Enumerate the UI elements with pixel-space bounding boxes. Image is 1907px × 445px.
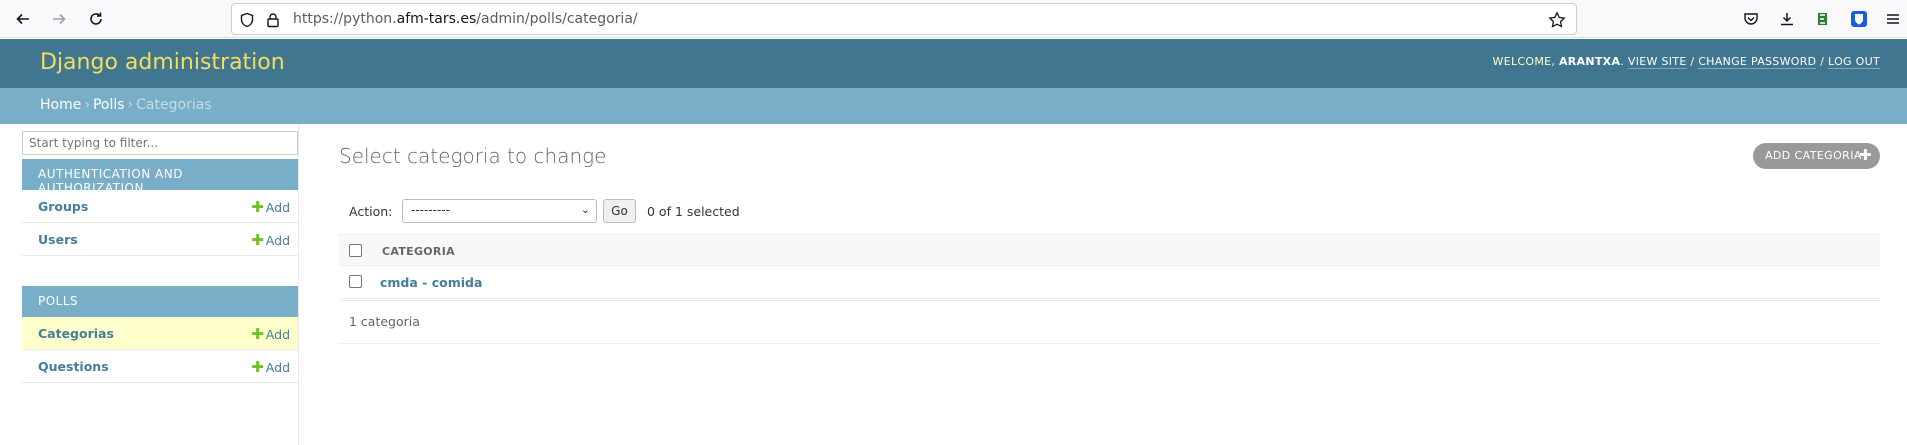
add-groups-link[interactable]: ✚ Add: [251, 198, 290, 216]
result-list-table: Categoria cmda - comida: [339, 234, 1880, 299]
page-title: Select categoria to change: [339, 144, 607, 168]
action-select[interactable]: --------- ⌄: [402, 199, 597, 223]
add-label: Add: [265, 200, 290, 215]
url-bar[interactable]: https://python.afm-tars.es/admin/polls/c…: [231, 3, 1577, 35]
go-button[interactable]: Go: [603, 199, 636, 223]
url-prefix: https://python.: [293, 11, 397, 27]
sidebar-item-users: Users ✚ Add: [22, 223, 298, 256]
module-caption[interactable]: Authentication and Authorization: [22, 159, 298, 195]
back-icon[interactable]: [10, 6, 36, 32]
module-auth: Authentication and Authorization Groups …: [22, 159, 298, 256]
sidebar-item-categorias: Categorias ✚ Add: [22, 317, 298, 350]
admin-header: Django administration Welcome, Arantxa. …: [0, 39, 1907, 88]
sidebar-filter-input[interactable]: [22, 131, 298, 155]
downloads-icon[interactable]: [1774, 6, 1800, 32]
plus-icon: ✚: [251, 325, 264, 343]
select-all-checkbox[interactable]: [349, 244, 362, 257]
module-polls: Polls Categorias ✚ Add Questions ✚ Add: [22, 286, 298, 383]
table-row: cmda - comida: [339, 266, 1880, 299]
plus-icon: ✚: [251, 358, 264, 376]
chevron-down-icon: ⌄: [580, 203, 590, 216]
log-out-link[interactable]: Log out: [1828, 55, 1880, 69]
add-label: Add: [265, 360, 290, 375]
model-link-categorias[interactable]: Categorias: [38, 326, 114, 341]
add-categorias-link[interactable]: ✚ Add: [251, 325, 290, 343]
sidebar-item-questions: Questions ✚ Add: [22, 350, 298, 383]
paginator: 1 categoria: [339, 300, 1880, 344]
plus-icon: ✚: [251, 198, 264, 216]
sidebar-item-groups: Groups ✚ Add: [22, 190, 298, 223]
reload-icon[interactable]: [83, 6, 109, 32]
extension-e-icon[interactable]: [1810, 6, 1836, 32]
row-link[interactable]: cmda - comida: [380, 275, 482, 290]
breadcrumb-polls[interactable]: Polls: [93, 97, 125, 113]
model-link-questions[interactable]: Questions: [38, 359, 109, 374]
actions-bar: Action: --------- ⌄ Go 0 of 1 selected: [339, 199, 1879, 224]
plus-icon: ✚: [1859, 146, 1872, 164]
site-branding[interactable]: Django administration: [40, 50, 285, 75]
model-link-groups[interactable]: Groups: [38, 199, 88, 214]
welcome-text: Welcome,: [1492, 55, 1556, 68]
table-header: Categoria: [339, 234, 1880, 266]
lock-icon[interactable]: [264, 11, 282, 29]
pocket-icon[interactable]: [1738, 6, 1764, 32]
username: Arantxa: [1558, 55, 1621, 68]
model-link-users[interactable]: Users: [38, 232, 78, 247]
browser-toolbar: https://python.afm-tars.es/admin/polls/c…: [0, 0, 1907, 38]
module-caption[interactable]: Polls: [22, 286, 298, 317]
url-text[interactable]: https://python.afm-tars.es/admin/polls/c…: [293, 4, 638, 34]
plus-icon: ✚: [251, 231, 264, 249]
action-label: Action:: [349, 204, 393, 219]
forward-icon[interactable]: [46, 6, 72, 32]
column-header-categoria[interactable]: Categoria: [382, 245, 455, 258]
user-tools: Welcome, Arantxa. View site / Change pas…: [1492, 55, 1880, 69]
selected-count: 0 of 1 selected: [647, 204, 740, 219]
bookmark-star-icon[interactable]: [1548, 11, 1566, 29]
url-path: /admin/polls/categoria/: [476, 11, 638, 27]
add-label: Add: [265, 233, 290, 248]
bitwarden-icon[interactable]: [1846, 6, 1872, 32]
row-checkbox[interactable]: [349, 275, 362, 288]
add-questions-link[interactable]: ✚ Add: [251, 358, 290, 376]
action-selected-value: ---------: [411, 203, 450, 217]
breadcrumb-home[interactable]: Home: [40, 97, 81, 113]
add-users-link[interactable]: ✚ Add: [251, 231, 290, 249]
shield-icon[interactable]: [238, 11, 256, 29]
separator: /: [1820, 55, 1825, 68]
breadcrumb-separator: ›: [127, 97, 134, 113]
nav-sidebar: Authentication and Authorization Groups …: [22, 124, 299, 445]
breadcrumb-separator: ›: [84, 97, 90, 113]
add-label: Add: [265, 327, 290, 342]
change-password-link[interactable]: Change password: [1698, 55, 1817, 69]
add-button-label: Add categoria: [1765, 149, 1862, 162]
breadcrumb: Home › Polls › Categorias: [0, 88, 1907, 124]
url-domain: afm-tars.es: [396, 11, 477, 27]
separator: /: [1690, 55, 1695, 68]
view-site-link[interactable]: View site: [1627, 55, 1687, 69]
breadcrumb-current: Categorias: [136, 97, 212, 113]
result-count: 1 categoria: [349, 314, 420, 329]
add-categoria-button[interactable]: Add categoria ✚: [1753, 143, 1880, 169]
menu-icon[interactable]: [1880, 6, 1906, 32]
